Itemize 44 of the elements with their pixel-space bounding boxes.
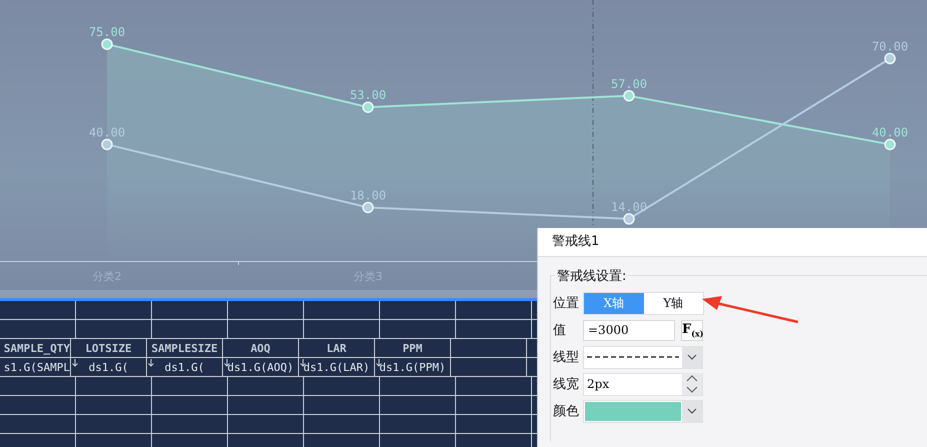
column-header: LAR xyxy=(299,339,375,358)
column-header: SAMPLE_QTY xyxy=(0,339,71,358)
formula-button[interactable]: F$_{(x)}$ xyxy=(681,320,703,340)
data-point xyxy=(884,138,896,150)
data-point xyxy=(623,213,635,225)
chevron-down-icon xyxy=(687,408,697,414)
column-header: PPM xyxy=(375,339,451,358)
data-label: 40.00 xyxy=(872,125,908,140)
table-cell: s1.G(SAMPL xyxy=(0,358,71,377)
color-dropdown[interactable] xyxy=(583,400,703,422)
field-label: 线宽 xyxy=(553,376,580,393)
column-header: LOTSIZE xyxy=(71,339,147,358)
spinner-arrows-icon[interactable] xyxy=(682,373,702,395)
data-point xyxy=(362,101,374,113)
field-label: 线型 xyxy=(553,349,580,366)
data-point xyxy=(623,90,635,102)
group-label: 警戒线设置: xyxy=(555,267,628,285)
field-label: 值 xyxy=(553,322,567,339)
table-cell: ds1.G( xyxy=(71,358,147,377)
dialog-title: 警戒线1 xyxy=(538,228,927,257)
value-input[interactable]: =3000 xyxy=(583,320,675,340)
data-point xyxy=(884,52,896,64)
table-cell: ds1.G(PPM) xyxy=(375,358,451,377)
chevron-down-icon xyxy=(687,354,697,360)
column-header: AOQ xyxy=(223,339,299,358)
axis-tick xyxy=(238,262,239,265)
data-label: 70.00 xyxy=(872,40,908,54)
data-point xyxy=(101,38,113,50)
dropdown-button[interactable] xyxy=(682,346,702,368)
data-label: 57.00 xyxy=(610,76,648,91)
data-point xyxy=(101,138,113,150)
column-header: SAMPLESIZE xyxy=(147,339,223,358)
table-cell: ds1.G(LAR) xyxy=(299,358,375,377)
table-cell: ds1.G(AOQ) xyxy=(223,358,299,377)
data-label: 53.00 xyxy=(350,88,386,102)
field-label: 颜色 xyxy=(553,403,580,420)
dropdown-button[interactable] xyxy=(682,400,702,422)
table-cell: ds1.G( xyxy=(147,358,223,377)
width-spinner[interactable]: 2px xyxy=(583,372,703,396)
field-label: 位置 xyxy=(553,295,580,312)
data-label: 40.00 xyxy=(88,125,126,140)
data-point xyxy=(362,202,374,214)
line-type-dropdown[interactable] xyxy=(583,346,703,368)
data-label: 75.00 xyxy=(88,25,126,40)
